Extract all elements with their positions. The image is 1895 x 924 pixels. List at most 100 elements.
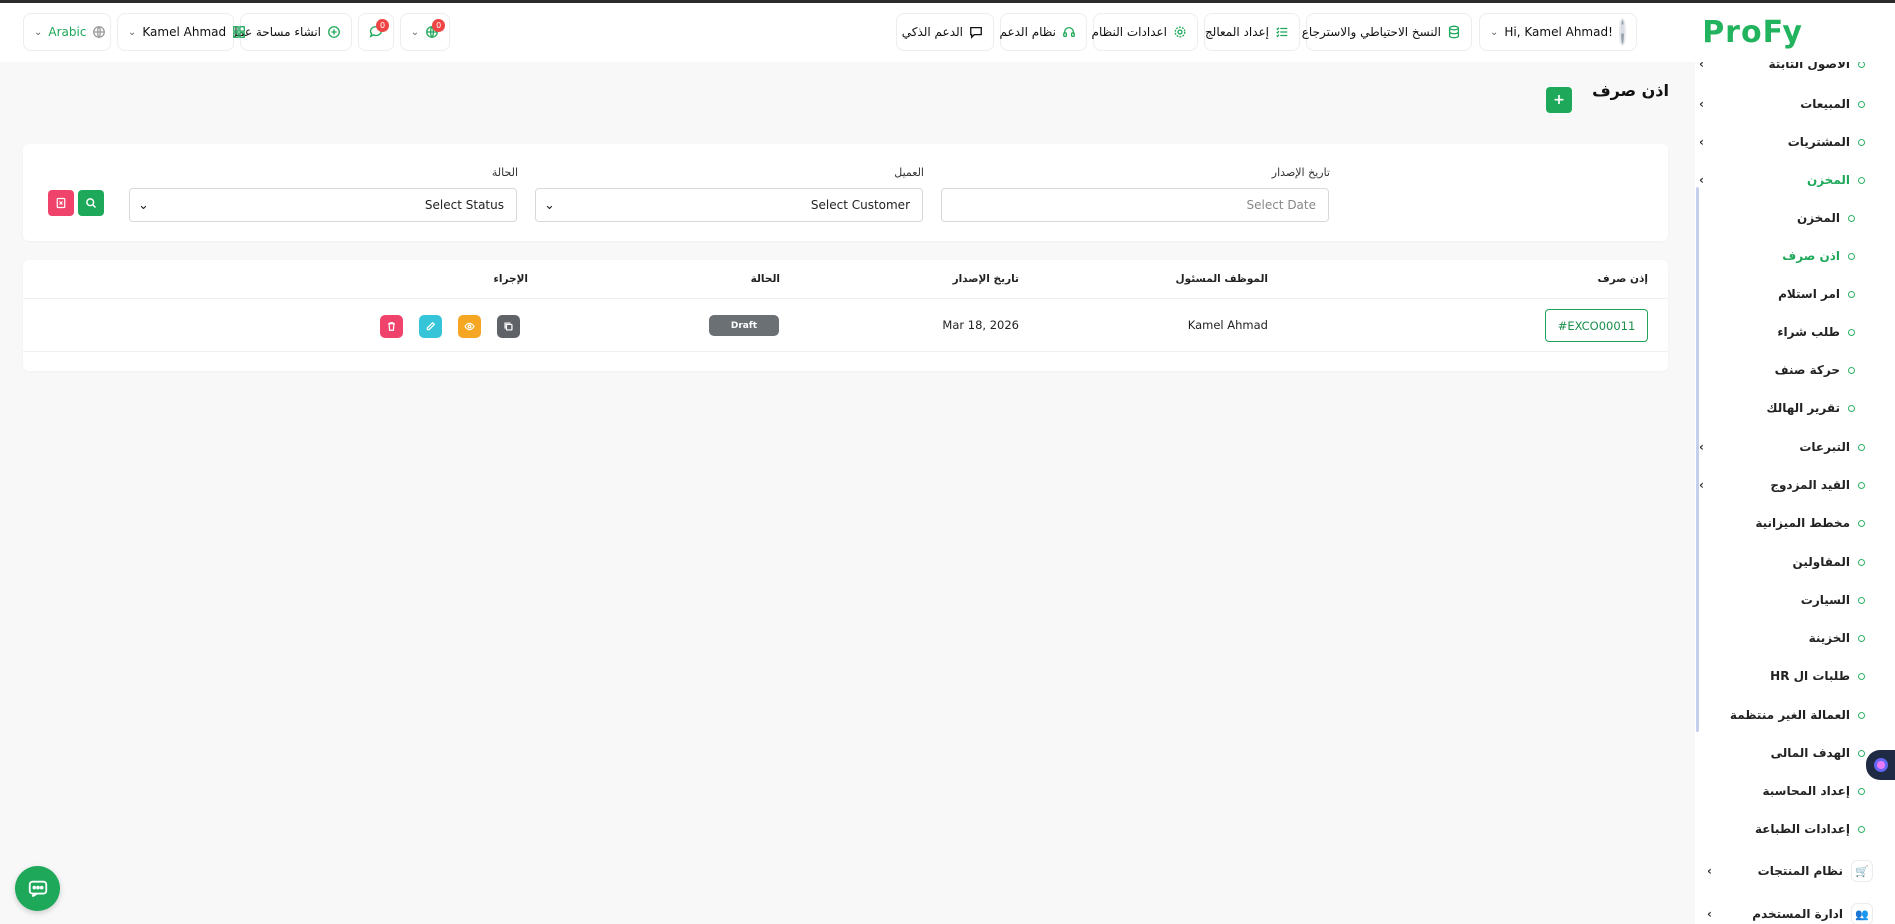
sidebar-item[interactable]: مخطط الميزانية: [1695, 511, 1865, 535]
sidebar-item-label: المشتريات: [1787, 135, 1850, 149]
sidebar-item[interactable]: ‹ الأصول الثابتة: [1695, 62, 1865, 76]
bullet-icon: [1858, 176, 1865, 184]
sidebar-item[interactable]: ‹ نظام المنتجات 🛒: [1703, 859, 1873, 883]
backup-restore-button[interactable]: النسخ الاحتياطي والاسترجاع: [1302, 13, 1472, 51]
sidebar-item-label: حركة صنف: [1774, 363, 1840, 377]
sidebar-item[interactable]: حركة صنف: [1695, 358, 1855, 382]
bullet-icon: [1848, 214, 1855, 222]
sidebar-item[interactable]: اذن صرف: [1695, 244, 1855, 268]
delete-button[interactable]: [380, 315, 403, 338]
clear-filter-button[interactable]: [48, 190, 74, 216]
row-divider: [23, 351, 1668, 352]
sidebar-item-label: إعدادات الطباعة: [1754, 822, 1850, 836]
sidebar-item[interactable]: إعداد المحاسبة: [1695, 779, 1865, 803]
chevron-left-icon: ‹: [1707, 864, 1712, 878]
bullet-icon: [1858, 672, 1865, 680]
search-button[interactable]: [78, 190, 104, 216]
sidebar-item[interactable]: الهدف المالى: [1695, 741, 1865, 765]
language-switcher[interactable]: ⌄ Arabic: [23, 13, 111, 51]
bullet-icon: [1848, 328, 1855, 336]
chat-bubble-icon: [27, 878, 49, 900]
edit-icon: [425, 321, 436, 332]
customer-select[interactable]: ⌄ Select Customer: [535, 188, 923, 222]
system-settings-button[interactable]: اعدادات النظام: [1091, 13, 1198, 51]
sidebar-item-label: ادارة المستخدم: [1752, 907, 1843, 921]
sidebar-item-label: تقرير الهالك: [1766, 401, 1840, 415]
sidebar-item[interactable]: امر استلام: [1695, 282, 1855, 306]
row-employee: Kamel Ahmad: [1187, 318, 1268, 332]
chevron-down-icon: ⌄: [1490, 26, 1499, 38]
bullet-icon: [1848, 404, 1855, 412]
status-select[interactable]: ⌄ Select Status: [129, 188, 517, 222]
sidebar-item[interactable]: إعدادات الطباعة: [1695, 817, 1865, 841]
create-workspace-button[interactable]: انشاء مساحة عمل: [229, 13, 352, 51]
sidebar-item[interactable]: ‹ المشتريات: [1695, 130, 1865, 154]
chevron-down-icon: ⌄: [544, 197, 555, 213]
support-system-button[interactable]: نظام الدعم: [999, 13, 1087, 51]
sidebar-item[interactable]: تقرير الهالك: [1695, 396, 1855, 420]
col-header-date: تاريخ الإصدار: [952, 273, 1019, 285]
chevron-down-icon: ⌄: [410, 26, 420, 38]
sidebar-item[interactable]: المقاولين: [1695, 550, 1865, 574]
sidebar-item-label: مخطط الميزانية: [1755, 516, 1850, 530]
user-menu[interactable]: Hi, Kamel Ahmad! ⌄: [1479, 13, 1637, 51]
backup-restore-label: النسخ الاحتياطي والاسترجاع: [1301, 25, 1441, 39]
chat-fab-button[interactable]: [15, 866, 60, 911]
sidebar-item[interactable]: المخزن: [1695, 206, 1855, 230]
bullet-icon: [1858, 519, 1865, 527]
sidebar-item-label: طلب شراء: [1777, 325, 1840, 339]
wizard-setup-label: إعداد المعالج: [1204, 25, 1269, 39]
search-icon: [85, 197, 97, 209]
clear-filter-icon: [55, 197, 67, 209]
sidebar-item-label: إعداد المحاسبة: [1762, 784, 1851, 798]
messages-button[interactable]: 0: [358, 13, 394, 51]
sidebar-item[interactable]: ‹ المخزن: [1695, 168, 1865, 192]
apps-icon: [232, 25, 246, 40]
chevron-down-icon: ⌄: [34, 26, 43, 38]
date-filter-placeholder: Select Date: [1246, 198, 1316, 212]
sidebar-item-label: القيد المزدوج: [1770, 478, 1850, 492]
notifications-globe-button[interactable]: 0 ⌄: [400, 13, 450, 51]
bullet-icon: [1858, 787, 1865, 795]
sidebar-item-label: المقاولين: [1792, 555, 1850, 569]
sidebar-item-label: اذن صرف: [1782, 249, 1840, 263]
messages-badge: 0: [376, 18, 389, 32]
sidebar-item[interactable]: ‹ التبرعات: [1695, 435, 1865, 459]
header-divider: [23, 298, 1668, 299]
view-button[interactable]: [458, 315, 481, 338]
trash-icon: [386, 321, 397, 332]
bullet-icon: [1848, 252, 1855, 260]
add-voucher-button[interactable]: +: [1546, 87, 1572, 113]
headset-icon: [1062, 25, 1076, 40]
sidebar-item[interactable]: الخزينة: [1695, 626, 1865, 650]
sidebar-item[interactable]: العمالة الغير منتظمة: [1695, 703, 1865, 727]
chevron-left-icon: ‹: [1699, 135, 1704, 149]
copy-button[interactable]: [497, 315, 520, 338]
brand-logo[interactable]: ProFy: [1702, 15, 1803, 50]
ai-support-button[interactable]: الدعم الذكي: [896, 13, 994, 51]
sidebar-item[interactable]: السيارت: [1695, 588, 1865, 612]
row-date: Mar 18, 2026: [942, 318, 1019, 332]
sidebar-scrollbar[interactable]: [1696, 187, 1699, 732]
wizard-setup-button[interactable]: إعداد المعالج: [1204, 13, 1300, 51]
date-filter-input[interactable]: Select Date: [941, 188, 1329, 222]
assistant-launcher[interactable]: [1866, 750, 1895, 780]
edit-button[interactable]: [419, 315, 442, 338]
customer-select-value: Select Customer: [810, 198, 910, 212]
system-settings-label: اعدادات النظام: [1091, 25, 1167, 39]
eye-icon: [464, 321, 475, 332]
voucher-code-link[interactable]: #EXCO00011: [1545, 309, 1648, 342]
sidebar-item[interactable]: ‹ ادارة المستخدم 👥: [1703, 902, 1873, 924]
sidebar-item[interactable]: طلبات ال HR: [1695, 664, 1865, 688]
sidebar-item[interactable]: طلب شراء: [1695, 320, 1855, 344]
bullet-icon: [1848, 290, 1855, 298]
page-title: اذن صرف: [1592, 81, 1669, 100]
sidebar-item[interactable]: ‹ القيد المزدوج: [1695, 473, 1865, 497]
status-filter-label: الحالة: [491, 166, 518, 179]
workspace-switcher[interactable]: ⌄ Kamel Ahmad: [117, 13, 246, 51]
plus-circle-icon: [327, 25, 341, 40]
chevron-down-icon: ⌄: [128, 26, 137, 38]
bullet-icon: [1858, 596, 1865, 604]
customer-filter-label: العميل: [894, 166, 924, 179]
sidebar-item[interactable]: ‹ المبيعات: [1695, 92, 1865, 116]
